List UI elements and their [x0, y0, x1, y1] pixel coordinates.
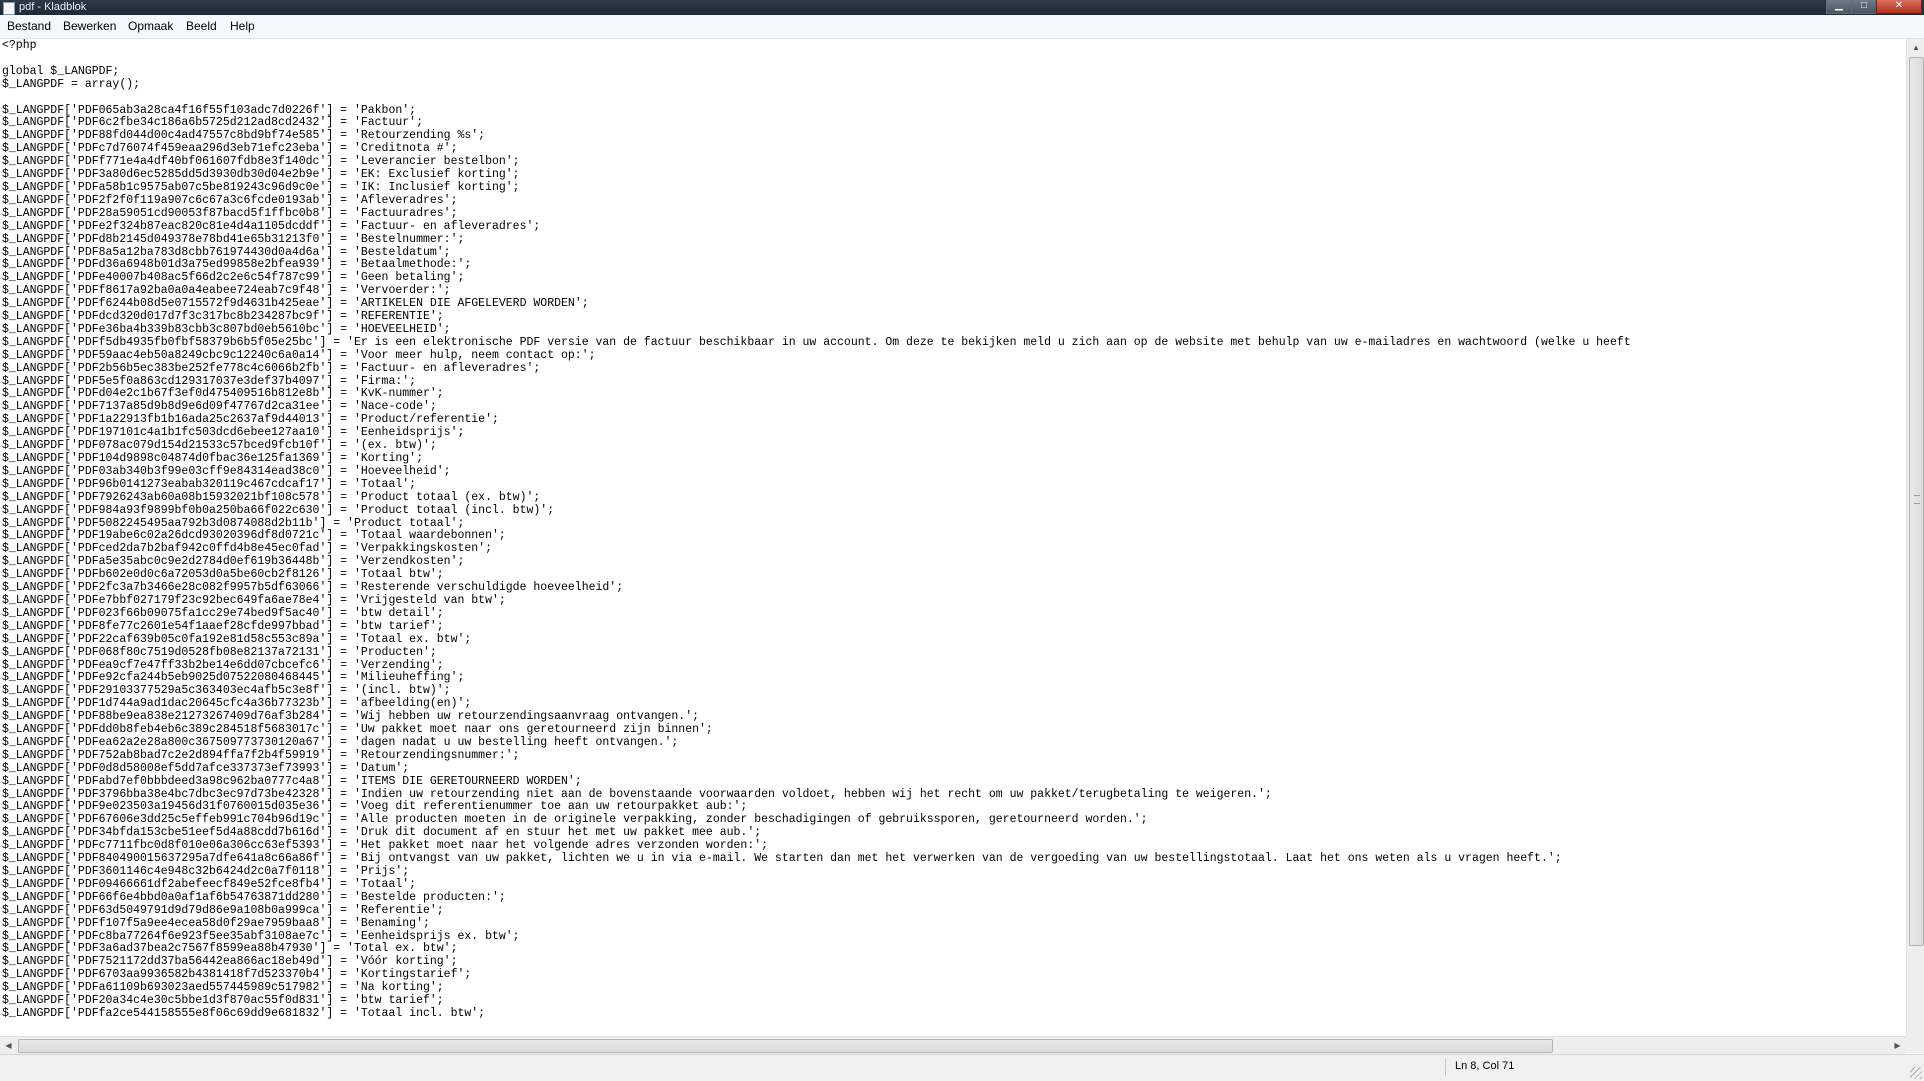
status-separator	[1445, 1058, 1446, 1076]
menu-bewerken[interactable]: Bewerken	[61, 15, 118, 38]
menu-beeld[interactable]: Beeld	[184, 15, 219, 38]
resize-grip-icon[interactable]	[1910, 1067, 1922, 1079]
vertical-scroll-thumb[interactable]	[1909, 57, 1924, 946]
vertical-scrollbar[interactable]: ▲ ▼	[1906, 39, 1924, 1051]
scroll-up-arrow-icon[interactable]: ▲	[1907, 39, 1924, 56]
close-button[interactable]: ✕	[1876, 0, 1922, 14]
scroll-right-arrow-icon[interactable]: ▶	[1889, 1037, 1906, 1054]
horizontal-scroll-thumb[interactable]	[18, 1039, 1553, 1053]
scroll-left-arrow-icon[interactable]: ◀	[0, 1037, 17, 1054]
window-title: pdf - Kladblok	[19, 1, 87, 13]
menu-bestand[interactable]: Bestand	[5, 15, 53, 38]
status-bar: Ln 8, Col 71	[0, 1054, 1924, 1081]
menu-bar: Bestand Bewerken Opmaak Beeld Help	[0, 15, 1924, 39]
scrollbar-corner	[1906, 1036, 1924, 1053]
minimize-button[interactable]: ▁	[1826, 0, 1852, 14]
cursor-position: Ln 8, Col 71	[1455, 1060, 1515, 1072]
text-editor[interactable]: <?php global $_LANGPDF; $_LANGPDF = arra…	[0, 39, 1906, 1051]
maximize-button[interactable]: □	[1851, 0, 1877, 14]
horizontal-scrollbar[interactable]: ◀ ▶	[0, 1036, 1906, 1054]
notepad-icon	[3, 2, 15, 15]
menu-opmaak[interactable]: Opmaak	[126, 15, 175, 38]
title-bar: pdf - Kladblok ▁ □ ✕	[0, 0, 1924, 15]
scroll-grip-icon	[1914, 495, 1920, 504]
editor-content[interactable]: <?php global $_LANGPDF; $_LANGPDF = arra…	[0, 39, 1906, 1021]
menu-help[interactable]: Help	[228, 15, 257, 38]
